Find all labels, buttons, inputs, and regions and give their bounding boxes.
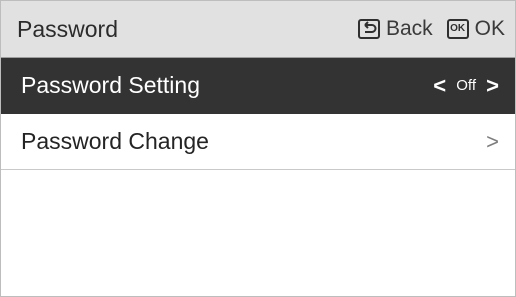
ok-button[interactable]: OK OK [446,17,505,41]
password-menu: Password Setting < Off > Password Change… [1,58,515,170]
header-bar: Password Back OK OK [1,1,515,58]
password-screen: Password Back OK OK Password Setting < O… [0,0,516,297]
chevron-left-icon[interactable]: < [433,74,446,97]
chevron-right-icon: > [486,128,499,154]
password-change-row[interactable]: Password Change > [1,114,515,170]
password-setting-label: Password Setting [21,72,200,98]
page-title: Password [17,15,118,42]
back-button[interactable]: Back [357,17,433,41]
ok-label: OK [474,17,505,40]
back-label: Back [385,17,433,40]
ok-key-icon: OK [446,19,469,39]
chevron-right-icon[interactable]: > [486,74,499,97]
password-change-label: Password Change [21,128,209,154]
back-icon [357,19,380,39]
header-actions: Back OK OK [357,17,505,41]
password-setting-row[interactable]: Password Setting < Off > [1,58,515,114]
password-setting-value: Off [456,77,476,94]
password-setting-value-control: < Off > [433,74,499,97]
